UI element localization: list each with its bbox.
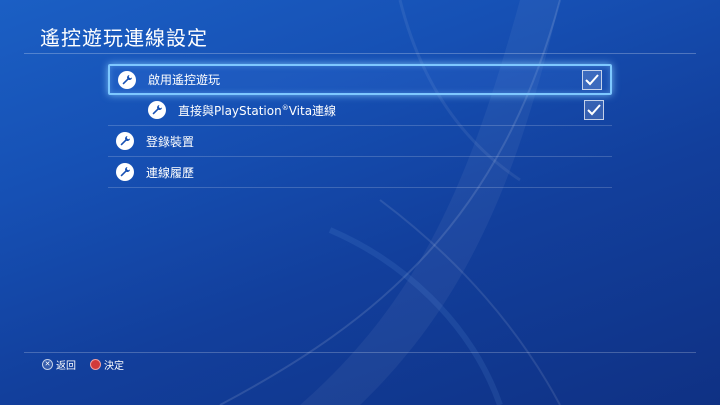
confirm-hint[interactable]: 決定	[90, 357, 124, 372]
settings-menu: 啟用遙控遊玩 直接與PlayStation®Vita連線 登錄裝置 連線履歷	[108, 64, 612, 188]
checkbox-checked[interactable]	[584, 100, 604, 120]
wrench-icon	[116, 132, 134, 150]
checkmark-icon	[587, 104, 601, 116]
circle-button-icon	[90, 359, 101, 370]
menu-item-register-device[interactable]: 登錄裝置	[108, 126, 612, 157]
background-waves	[219, 0, 561, 405]
menu-item-connection-history[interactable]: 連線履歷	[108, 157, 612, 188]
cross-button-icon: ✕	[42, 359, 53, 370]
wrench-icon	[116, 163, 134, 181]
menu-item-enable-remote-play[interactable]: 啟用遙控遊玩	[108, 64, 612, 95]
menu-item-direct-vita-connection[interactable]: 直接與PlayStation®Vita連線	[108, 95, 612, 126]
checkmark-icon	[585, 73, 599, 85]
menu-item-label: 直接與PlayStation®Vita連線	[178, 103, 337, 118]
back-label: 返回	[56, 361, 76, 372]
menu-item-label: 連線履歷	[146, 165, 195, 180]
page-title: 遙控遊玩連線設定	[40, 26, 208, 50]
wrench-icon	[118, 70, 136, 89]
footer-divider	[24, 352, 696, 353]
confirm-label: 決定	[104, 361, 124, 372]
menu-item-label: 登錄裝置	[146, 134, 195, 149]
menu-item-label: 啟用遙控遊玩	[148, 73, 221, 87]
back-hint[interactable]: ✕ 返回	[42, 357, 76, 372]
checkbox-checked[interactable]	[582, 69, 602, 90]
title-divider	[24, 53, 696, 54]
wrench-icon	[148, 101, 166, 119]
button-hints: ✕ 返回 決定	[42, 357, 138, 372]
